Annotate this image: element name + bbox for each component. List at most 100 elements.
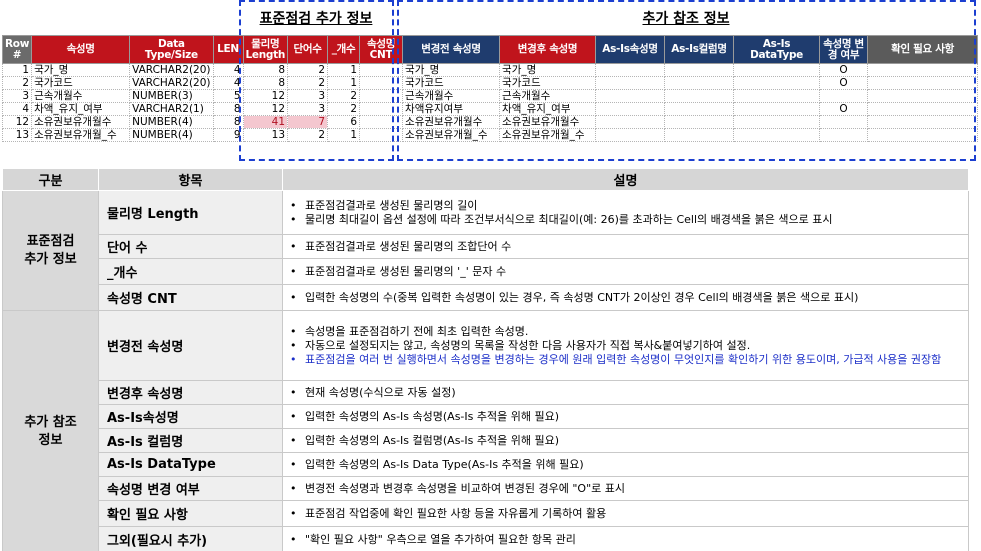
cell-asis-attr[interactable] [595, 76, 666, 90]
cell-asis-column[interactable] [664, 102, 735, 116]
cell-row-no[interactable]: 13 [1, 128, 33, 142]
cell-data-type[interactable]: NUMBER(3) [129, 89, 214, 103]
cell-word-count[interactable]: 2 [287, 63, 329, 77]
cell-attr-name[interactable]: 소유권보유개월수 [31, 115, 131, 129]
cell-len[interactable]: 8 [212, 102, 244, 116]
cell-name-changed[interactable] [819, 115, 869, 129]
col-header-row-no[interactable]: Row # [1, 35, 33, 64]
cell-asis-column[interactable] [664, 89, 735, 103]
cell-len[interactable]: 5 [212, 89, 244, 103]
cell-attr-name[interactable]: 차액_유지_여부 [31, 102, 131, 116]
cell-underscore-count[interactable]: 1 [327, 76, 361, 90]
cell-asis-datatype[interactable] [733, 76, 821, 90]
cell-name-changed[interactable] [819, 89, 869, 103]
cell-physical-length[interactable]: 12 [242, 102, 289, 116]
cell-before-name[interactable]: 근속개월수 [402, 89, 501, 103]
cell-underscore-count[interactable]: 2 [327, 89, 361, 103]
cell-asis-attr[interactable] [595, 102, 666, 116]
cell-name-changed[interactable]: O [819, 63, 869, 77]
cell-asis-datatype[interactable] [733, 115, 821, 129]
cell-attr-name[interactable]: 근속개월수 [31, 89, 131, 103]
cell-asis-column[interactable] [664, 76, 735, 90]
cell-asis-attr[interactable] [595, 89, 666, 103]
cell-before-name[interactable]: 소유권보유개월수 [402, 115, 501, 129]
cell-len[interactable]: 4 [212, 63, 244, 77]
cell-underscore-count[interactable]: 1 [327, 128, 361, 142]
cell-len[interactable]: 9 [212, 128, 244, 142]
cell-data-type[interactable]: NUMBER(4) [129, 115, 214, 129]
cell-data-type[interactable]: VARCHAR2(20) [129, 76, 214, 90]
cell-asis-attr[interactable] [595, 128, 666, 142]
cell-len[interactable]: 4 [212, 76, 244, 90]
col-header-word-count[interactable]: 단어수 [287, 35, 329, 64]
cell-attr-cnt[interactable] [359, 128, 404, 142]
cell-asis-datatype[interactable] [733, 128, 821, 142]
cell-data-type[interactable]: NUMBER(4) [129, 128, 214, 142]
cell-before-name[interactable]: 국가_명 [402, 63, 501, 77]
cell-name-changed[interactable] [819, 128, 869, 142]
cell-asis-datatype[interactable] [733, 63, 821, 77]
cell-asis-attr[interactable] [595, 115, 666, 129]
cell-attr-cnt[interactable] [359, 63, 404, 77]
col-header-attr-name[interactable]: 속성명 [31, 35, 131, 64]
cell-after-name[interactable]: 차액_유지_여부 [499, 102, 597, 116]
cell-attr-cnt[interactable] [359, 115, 404, 129]
col-header-name-changed[interactable]: 속성명 변경 여부 [819, 35, 869, 64]
cell-check-notes[interactable] [867, 128, 979, 142]
cell-asis-column[interactable] [664, 63, 735, 77]
cell-row-no[interactable]: 12 [1, 115, 33, 129]
col-header-asis-column[interactable]: As-Is컬럼명 [664, 35, 735, 64]
cell-check-notes[interactable] [867, 115, 979, 129]
cell-physical-length[interactable]: 41 [242, 115, 289, 129]
cell-check-notes[interactable] [867, 102, 979, 116]
cell-after-name[interactable]: 소유권보유개월_수 [499, 128, 597, 142]
cell-physical-length[interactable]: 8 [242, 76, 289, 90]
cell-name-changed[interactable]: O [819, 76, 869, 90]
cell-underscore-count[interactable]: 2 [327, 102, 361, 116]
cell-before-name[interactable]: 소유권보유개월_수 [402, 128, 501, 142]
cell-after-name[interactable]: 국가코드 [499, 76, 597, 90]
cell-data-type[interactable]: VARCHAR2(1) [129, 102, 214, 116]
col-header-check-notes[interactable]: 확인 필요 사항 [867, 35, 979, 64]
cell-word-count[interactable]: 3 [287, 89, 329, 103]
cell-before-name[interactable]: 차액유지여부 [402, 102, 501, 116]
cell-row-no[interactable]: 1 [1, 63, 33, 77]
col-header-attr-cnt[interactable]: 속성명 CNT [359, 35, 404, 64]
cell-attr-name[interactable]: 국가코드 [31, 76, 131, 90]
cell-asis-attr[interactable] [595, 63, 666, 77]
cell-physical-length[interactable]: 8 [242, 63, 289, 77]
cell-check-notes[interactable] [867, 89, 979, 103]
cell-attr-name[interactable]: 국가_명 [31, 63, 131, 77]
col-header-after-name[interactable]: 변경후 속성명 [499, 35, 597, 64]
col-header-physical-length[interactable]: 물리명 Length [242, 35, 289, 64]
cell-check-notes[interactable] [867, 63, 979, 77]
cell-check-notes[interactable] [867, 76, 979, 90]
cell-len[interactable]: 8 [212, 115, 244, 129]
col-header-len[interactable]: LEN [212, 35, 244, 64]
cell-physical-length[interactable]: 13 [242, 128, 289, 142]
cell-attr-cnt[interactable] [359, 89, 404, 103]
cell-underscore-count[interactable]: 1 [327, 63, 361, 77]
cell-row-no[interactable]: 2 [1, 76, 33, 90]
cell-asis-column[interactable] [664, 115, 735, 129]
cell-after-name[interactable]: 근속개월수 [499, 89, 597, 103]
cell-row-no[interactable]: 3 [1, 89, 33, 103]
cell-row-no[interactable]: 4 [1, 102, 33, 116]
cell-physical-length[interactable]: 12 [242, 89, 289, 103]
cell-before-name[interactable]: 국가코드 [402, 76, 501, 90]
cell-word-count[interactable]: 3 [287, 102, 329, 116]
col-header-before-name[interactable]: 변경전 속성명 [402, 35, 501, 64]
cell-name-changed[interactable]: O [819, 102, 869, 116]
cell-underscore-count[interactable]: 6 [327, 115, 361, 129]
col-header-asis-datatype[interactable]: As-Is DataType [733, 35, 821, 64]
cell-word-count[interactable]: 7 [287, 115, 329, 129]
cell-asis-datatype[interactable] [733, 89, 821, 103]
cell-attr-name[interactable]: 소유권보유개월_수 [31, 128, 131, 142]
col-header-asis-attr[interactable]: As-Is속성명 [595, 35, 666, 64]
cell-attr-cnt[interactable] [359, 76, 404, 90]
cell-data-type[interactable]: VARCHAR2(20) [129, 63, 214, 77]
cell-asis-datatype[interactable] [733, 102, 821, 116]
col-header-underscore-count[interactable]: _개수 [327, 35, 361, 64]
cell-after-name[interactable]: 소유권보유개월수 [499, 115, 597, 129]
col-header-data-type[interactable]: Data Type/Size [129, 35, 214, 64]
